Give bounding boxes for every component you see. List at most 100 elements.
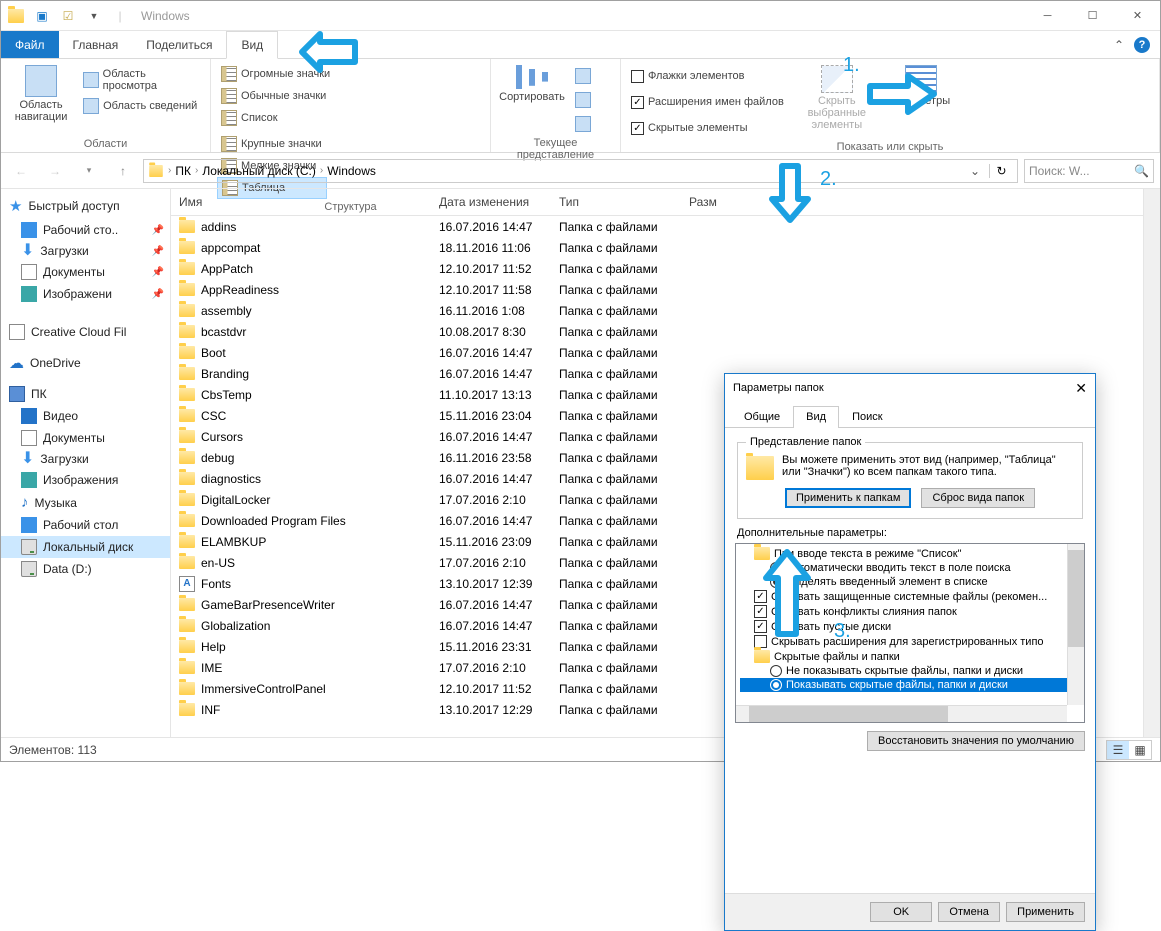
sidebar-item-desktop2[interactable]: Рабочий стол bbox=[1, 514, 170, 536]
group-by-button[interactable] bbox=[571, 65, 595, 87]
file-row[interactable]: bcastdvr10.08.2017 8:30Папка с файлами bbox=[171, 321, 1143, 342]
adv-setting-row[interactable]: Показывать скрытые файлы, папки и диски bbox=[740, 678, 1080, 692]
layout-large-button[interactable]: Крупные значки bbox=[217, 133, 327, 155]
recent-button[interactable]: ▾ bbox=[75, 157, 103, 185]
column-headers[interactable]: Имя Дата изменения Тип Разм bbox=[171, 189, 1143, 216]
radio-icon[interactable] bbox=[770, 679, 782, 691]
breadcrumb[interactable]: › ПК› Локальный диск (C:)› Windows ⌄ ↻ bbox=[143, 159, 1018, 183]
col-size[interactable]: Разм bbox=[681, 189, 761, 215]
navigation-tree[interactable]: ★Быстрый доступ Рабочий сто..📌 ⬇Загрузки… bbox=[1, 189, 171, 737]
preview-pane-button[interactable]: Область просмотра bbox=[79, 69, 204, 91]
sidebar-item-downloads2[interactable]: ⬇Загрузки bbox=[1, 449, 170, 469]
view-toggle[interactable]: ☰ ▦ bbox=[1106, 740, 1152, 760]
dialog-close-button[interactable]: ✕ bbox=[1075, 380, 1087, 397]
forward-button[interactable]: → bbox=[41, 157, 69, 185]
sidebar-item-pc[interactable]: ПК bbox=[1, 383, 170, 405]
hidden-toggle[interactable]: ✓Скрытые элементы bbox=[627, 117, 788, 139]
sidebar-item-cdrive[interactable]: Локальный диск bbox=[1, 536, 170, 558]
layout-huge-button[interactable]: Огромные значки bbox=[217, 63, 377, 85]
advanced-settings-box[interactable]: При вводе текста в режиме "Список"Автома… bbox=[735, 543, 1085, 723]
adv-setting-row[interactable]: При вводе текста в режиме "Список" bbox=[740, 546, 1080, 561]
apply-button[interactable]: Применить bbox=[1006, 902, 1085, 922]
size-columns-button[interactable] bbox=[571, 113, 595, 135]
col-date[interactable]: Дата изменения bbox=[431, 189, 551, 215]
options-button[interactable]: Параметры bbox=[886, 63, 956, 109]
adv-setting-row[interactable]: Скрывать расширения для зарегистрированн… bbox=[740, 634, 1080, 649]
adv-hscrollbar[interactable] bbox=[736, 705, 1067, 722]
dialog-titlebar[interactable]: Параметры папок ✕ bbox=[725, 374, 1095, 402]
qat-properties-icon[interactable]: ▣ bbox=[31, 5, 53, 27]
dialog-tab-view[interactable]: Вид bbox=[793, 406, 839, 428]
sidebar-item-music[interactable]: ♪Музыка bbox=[1, 491, 170, 514]
crumb[interactable]: ПК bbox=[175, 164, 191, 178]
adv-setting-row[interactable]: Скрытые файлы и папки bbox=[740, 649, 1080, 664]
navigation-pane-button[interactable]: Область навигации bbox=[7, 63, 75, 125]
details-pane-button[interactable]: Область сведений bbox=[79, 95, 204, 117]
sidebar-item-onedrive[interactable]: ☁OneDrive bbox=[1, 351, 170, 375]
sidebar-item-video[interactable]: Видео bbox=[1, 405, 170, 427]
file-row[interactable]: AppPatch12.10.2017 11:52Папка с файлами bbox=[171, 258, 1143, 279]
layout-medium-button[interactable]: Обычные значки bbox=[217, 85, 377, 107]
radio-icon[interactable] bbox=[770, 576, 782, 588]
maximize-button[interactable]: ☐ bbox=[1070, 1, 1115, 31]
help-icon[interactable]: ? bbox=[1134, 37, 1150, 53]
address-dropdown-icon[interactable]: ⌄ bbox=[965, 164, 985, 178]
crumb[interactable]: Локальный диск (C:) bbox=[202, 164, 316, 178]
close-button[interactable]: ✕ bbox=[1115, 1, 1160, 31]
adv-setting-row[interactable]: ✓Скрывать пустые диски bbox=[740, 619, 1080, 634]
search-input[interactable]: Поиск: W... 🔍 bbox=[1024, 159, 1154, 183]
file-row[interactable]: addins16.07.2016 14:47Папка с файлами bbox=[171, 216, 1143, 237]
apply-to-folders-button[interactable]: Применить к папкам bbox=[785, 488, 912, 508]
checkbox-icon[interactable]: ✓ bbox=[754, 620, 767, 633]
dialog-tab-general[interactable]: Общие bbox=[731, 406, 793, 427]
tab-share[interactable]: Поделиться bbox=[132, 31, 226, 58]
tab-home[interactable]: Главная bbox=[59, 31, 133, 58]
vertical-scrollbar[interactable] bbox=[1143, 189, 1160, 737]
adv-setting-row[interactable]: Автоматически вводить текст в поле поиск… bbox=[740, 561, 1080, 575]
checkboxes-toggle[interactable]: Флажки элементов bbox=[627, 65, 788, 87]
col-name[interactable]: Имя bbox=[171, 189, 431, 215]
app-icon[interactable] bbox=[5, 5, 27, 27]
reset-folders-button[interactable]: Сброс вида папок bbox=[921, 488, 1035, 508]
file-row[interactable]: appcompat18.11.2016 11:06Папка с файлами bbox=[171, 237, 1143, 258]
up-button[interactable]: ↑ bbox=[109, 157, 137, 185]
col-type[interactable]: Тип bbox=[551, 189, 681, 215]
qat-newfolder-icon[interactable]: ☑ bbox=[57, 5, 79, 27]
extensions-toggle[interactable]: ✓Расширения имен файлов bbox=[627, 91, 788, 113]
sidebar-item-documents[interactable]: Документы📌 bbox=[1, 261, 170, 283]
sidebar-item-ccf[interactable]: Creative Cloud Fil bbox=[1, 321, 170, 343]
hide-selected-button[interactable]: Скрыть выбранные элементы bbox=[792, 63, 882, 133]
minimize-button[interactable]: ─ bbox=[1025, 1, 1070, 31]
adv-vscrollbar[interactable] bbox=[1067, 544, 1084, 705]
cancel-button[interactable]: Отмена bbox=[938, 902, 1000, 922]
radio-icon[interactable] bbox=[770, 665, 782, 677]
sidebar-item-pictures[interactable]: Изображени📌 bbox=[1, 283, 170, 305]
ok-button[interactable]: OK bbox=[870, 902, 932, 922]
crumb[interactable]: Windows bbox=[327, 164, 376, 178]
add-columns-button[interactable] bbox=[571, 89, 595, 111]
details-view-icon[interactable]: ☰ bbox=[1107, 741, 1129, 759]
sidebar-item-pictures2[interactable]: Изображения bbox=[1, 469, 170, 491]
layout-list-button[interactable]: Список bbox=[217, 107, 377, 129]
checkbox-icon[interactable]: ✓ bbox=[754, 605, 767, 618]
ribbon-collapse-icon[interactable]: ⌃ bbox=[1114, 38, 1124, 52]
radio-icon[interactable] bbox=[770, 562, 782, 574]
back-button[interactable]: ← bbox=[7, 157, 35, 185]
refresh-button[interactable]: ↻ bbox=[989, 164, 1013, 178]
checkbox-icon[interactable]: ✓ bbox=[754, 590, 767, 603]
sort-button[interactable]: Сортировать bbox=[497, 63, 567, 105]
quick-access-header[interactable]: ★Быстрый доступ bbox=[1, 193, 170, 219]
qat-dropdown-icon[interactable]: ▼ bbox=[83, 5, 105, 27]
adv-setting-row[interactable]: Выделять введенный элемент в списке bbox=[740, 575, 1080, 589]
sidebar-item-downloads[interactable]: ⬇Загрузки📌 bbox=[1, 241, 170, 261]
sidebar-item-ddrive[interactable]: Data (D:) bbox=[1, 558, 170, 580]
sidebar-item-desktop[interactable]: Рабочий сто..📌 bbox=[1, 219, 170, 241]
sidebar-item-documents2[interactable]: Документы bbox=[1, 427, 170, 449]
file-row[interactable]: Boot16.07.2016 14:47Папка с файлами bbox=[171, 342, 1143, 363]
file-row[interactable]: assembly16.11.2016 1:08Папка с файлами bbox=[171, 300, 1143, 321]
file-row[interactable]: AppReadiness12.10.2017 11:58Папка с файл… bbox=[171, 279, 1143, 300]
adv-setting-row[interactable]: ✓Скрывать конфликты слияния папок bbox=[740, 604, 1080, 619]
tab-file[interactable]: Файл bbox=[1, 31, 59, 58]
restore-defaults-button[interactable]: Восстановить значения по умолчанию bbox=[867, 731, 1085, 751]
dialog-tab-search[interactable]: Поиск bbox=[839, 406, 895, 427]
